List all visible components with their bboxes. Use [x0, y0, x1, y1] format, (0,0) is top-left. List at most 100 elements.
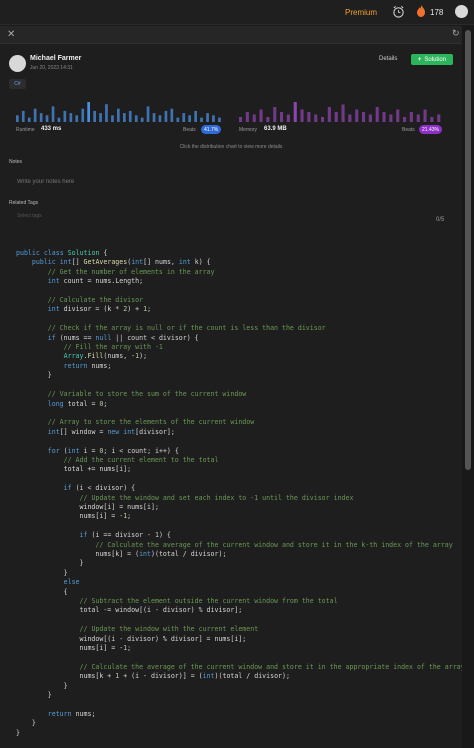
memory-distribution-bar[interactable]: [348, 114, 352, 123]
fire-streak-icon[interactable]: [416, 5, 426, 17]
runtime-distribution-bar[interactable]: [33, 108, 37, 122]
runtime-distribution-bar[interactable]: [123, 113, 126, 122]
distribution-chart[interactable]: [0, 26, 462, 146]
code-line: nums[i] = -1;: [16, 512, 132, 521]
memory-distribution-bar[interactable]: [273, 107, 277, 122]
code-line: window[i] = nums[i];: [16, 502, 159, 511]
runtime-distribution-bar[interactable]: [51, 106, 55, 122]
premium-link[interactable]: Premium: [345, 8, 377, 17]
memory-distribution-bar[interactable]: [300, 109, 304, 123]
profile-avatar[interactable]: [455, 5, 468, 18]
memory-distribution-bar[interactable]: [266, 117, 270, 122]
memory-distribution-bar[interactable]: [396, 109, 400, 123]
code-line: int count = nums.Length;: [47, 277, 144, 286]
runtime-distribution-bar[interactable]: [93, 110, 96, 122]
runtime-distribution-bar[interactable]: [117, 108, 120, 122]
code-line: }: [16, 559, 84, 568]
code-line: // Calculate the average of the current …: [79, 662, 462, 671]
runtime-distribution-bar[interactable]: [146, 106, 150, 122]
code-line: }: [16, 568, 68, 577]
memory-distribution-bar[interactable]: [375, 107, 379, 122]
memory-distribution-bar[interactable]: [321, 117, 325, 122]
notes-input[interactable]: [9, 171, 454, 193]
runtime-distribution-bar[interactable]: [188, 115, 191, 122]
runtime-distribution-bar[interactable]: [63, 110, 67, 122]
memory-distribution-bar[interactable]: [314, 114, 318, 123]
memory-distribution-bar[interactable]: [280, 112, 284, 122]
scrollbar-thumb[interactable]: [465, 30, 471, 470]
code-line: // Add the current element to the total: [63, 455, 219, 464]
memory-distribution-bar[interactable]: [382, 112, 386, 122]
runtime-distribution-bar[interactable]: [69, 113, 73, 122]
runtime-distribution-bar[interactable]: [206, 113, 209, 122]
runtime-value: 433 ms: [41, 126, 62, 132]
runtime-distribution-bar[interactable]: [212, 115, 215, 122]
memory-distribution-bar[interactable]: [416, 114, 420, 123]
code-line: nums[k + 1 + (i - divisor)] = (int)(tota…: [16, 672, 290, 681]
memory-distribution-bar[interactable]: [307, 112, 311, 122]
runtime-distribution-bar[interactable]: [27, 117, 31, 122]
runtime-distribution-bar[interactable]: [21, 110, 25, 122]
runtime-distribution-bar[interactable]: [111, 115, 114, 122]
tags-placeholder: Select tags: [17, 213, 42, 219]
runtime-distribution-bar[interactable]: [152, 113, 156, 122]
runtime-distribution-bar[interactable]: [134, 115, 138, 122]
runtime-distribution-bar[interactable]: [105, 104, 108, 122]
runtime-distribution-bar[interactable]: [170, 108, 174, 122]
memory-distribution-bar[interactable]: [423, 109, 427, 123]
memory-distribution-bar[interactable]: [341, 104, 345, 123]
memory-distribution-bar[interactable]: [437, 114, 441, 123]
runtime-distribution-bar[interactable]: [16, 115, 19, 122]
runtime-distribution-bar[interactable]: [158, 115, 162, 122]
code-line: return nums;: [47, 709, 96, 718]
code-line: }: [16, 691, 52, 700]
code-line: // Calculate the average of the current …: [95, 540, 453, 549]
alarm-clock-icon[interactable]: [392, 5, 405, 18]
runtime-distribution-bar[interactable]: [218, 117, 221, 122]
memory-distribution-bar[interactable]: [403, 117, 407, 122]
code-line: for (int i = 0; i < count; i++) {: [47, 446, 179, 455]
notes-label: Notes: [9, 159, 23, 165]
chart-hint: Click the distribution chart to view mor…: [179, 144, 283, 150]
tags-select[interactable]: Select tags: [9, 213, 454, 227]
memory-distribution-bar[interactable]: [239, 117, 243, 122]
memory-distribution-bar[interactable]: [409, 112, 413, 122]
code-line: // Variable to store the sum of the curr…: [47, 390, 247, 399]
runtime-distribution-bar[interactable]: [182, 113, 186, 122]
runtime-distribution-bar[interactable]: [164, 110, 168, 122]
runtime-distribution-bar[interactable]: [176, 117, 180, 122]
runtime-distribution-bar[interactable]: [81, 108, 85, 122]
memory-distribution-bar[interactable]: [286, 114, 290, 123]
memory-distribution-bar[interactable]: [368, 114, 372, 123]
code-line: if (i == divisor - 1) {: [79, 531, 171, 540]
memory-distribution-bar[interactable]: [389, 114, 393, 123]
runtime-distribution-bar[interactable]: [57, 117, 61, 122]
runtime-distribution-bar[interactable]: [39, 113, 43, 122]
runtime-distribution-bar[interactable]: [140, 117, 144, 122]
code-block[interactable]: public class Solution { public int[] Get…: [16, 249, 462, 738]
code-line: // Calculate the divisor: [47, 296, 144, 305]
runtime-distribution-bar[interactable]: [99, 113, 102, 122]
runtime-distribution-bar[interactable]: [87, 102, 90, 122]
memory-distribution-bar[interactable]: [334, 112, 338, 122]
runtime-distribution-bar[interactable]: [194, 110, 197, 122]
runtime-distribution-bar[interactable]: [200, 117, 203, 122]
memory-distribution-bar[interactable]: [430, 117, 434, 122]
memory-distribution-bar[interactable]: [259, 109, 263, 123]
runtime-distribution-bar[interactable]: [128, 110, 132, 122]
runtime-distribution-bar[interactable]: [75, 115, 79, 122]
code-line: nums[i] = -1;: [16, 644, 132, 653]
memory-distribution-bar[interactable]: [362, 112, 366, 122]
memory-distribution-bar[interactable]: [355, 109, 359, 123]
memory-distribution-bar[interactable]: [252, 114, 256, 123]
memory-distribution-bar[interactable]: [245, 112, 249, 122]
memory-distribution-bar[interactable]: [327, 107, 331, 122]
code-line: int[] window = new int[divisor];: [47, 427, 175, 436]
memory-distribution-bar[interactable]: [293, 102, 297, 122]
runtime-distribution-bar[interactable]: [45, 115, 49, 122]
